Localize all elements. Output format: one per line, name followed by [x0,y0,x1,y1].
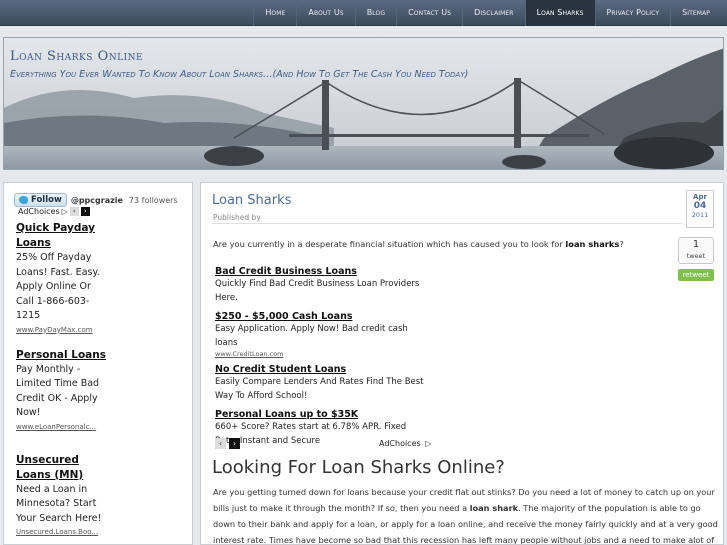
ad-body: Pay Monthly - Limited Time Bad Credit OK… [16,363,100,419]
post-date-badge: Apr 04 2011 [686,190,714,228]
header-banner: Loan Sharks Online Everything You Ever W… [3,37,724,170]
inline-ad: No Credit Student Loans Easily Compare L… [215,363,430,403]
intro-text: Are you currently in a desperate financi… [213,239,624,249]
follow-label: Follow [31,195,62,205]
inline-ad: $250 - $5,000 Cash Loans Easy Applicatio… [215,310,430,358]
prev-ad-icon[interactable]: ‹ [215,438,226,449]
inline-ad-nav: ‹ › [215,438,243,449]
nav-item-sitemap[interactable]: Sitemap [670,0,721,26]
sidebar-ad: Personal Loans Pay Monthly - Limited Tim… [16,348,106,431]
main-content: Loan Sharks Published by Are you current… [200,182,724,545]
tweet-count: 1 [692,239,700,250]
date-month: Apr [693,193,707,201]
title-divider [212,223,682,224]
twitter-follow: Follow @ppcgrazie 73 followers [14,193,178,207]
inline-ad-title[interactable]: $250 - $5,000 Cash Loans [215,310,430,323]
adchoices-icon[interactable]: ▷ [425,439,431,448]
intro-bold: loan sharks [565,239,620,249]
inline-ad: Bad Credit Business Loans Quickly Find B… [215,265,430,305]
adchoices-label[interactable]: AdChoices [18,207,60,216]
prev-ad-icon[interactable]: ‹ [69,207,79,216]
inline-ad-body: Easily Compare Lenders And Rates Find Th… [215,377,424,401]
sidebar-ad: Unsecured Loans (MN) Need a Loan in Minn… [16,453,106,537]
adchoices-icon[interactable]: ▷ [62,207,68,216]
nav-item-about-us[interactable]: About Us [296,0,354,26]
intro-pre: Are you currently in a desperate financi… [213,239,566,249]
ad-body: 25% Off Payday Loans! Fast. Easy. Apply … [16,252,100,321]
ad-url[interactable]: www.eLoanPersonalc... [16,423,106,431]
ad-title[interactable]: Quick Payday Loans [16,221,106,251]
nav-item-home[interactable]: Home [253,0,296,26]
ad-url[interactable]: Unsecured.Loans.Boo... [16,528,106,536]
nav-item-privacy-policy[interactable]: Privacy Policy [594,0,671,26]
published-by: Published by [213,213,261,222]
inline-ad-title[interactable]: No Credit Student Loans [215,363,430,376]
body-bold: loan shark [469,503,519,513]
inline-ads: Bad Credit Business Loans Quickly Find B… [215,265,430,453]
ad-title[interactable]: Unsecured Loans (MN) [16,453,106,483]
site-title[interactable]: Loan Sharks Online [10,49,143,64]
date-day: 04 [693,201,707,211]
tweet-label: tweet [686,252,706,260]
intro-post: ? [619,239,624,249]
sidebar-ad: Quick Payday Loans 25% Off Payday Loans!… [16,221,106,334]
nav-item-blog[interactable]: Blog [354,0,396,26]
next-ad-icon[interactable]: › [80,207,90,216]
post-title[interactable]: Loan Sharks [212,193,291,208]
nav-item-loan-sharks[interactable]: Loan Sharks [524,0,595,26]
sidebar: Follow @ppcgrazie 73 followers AdChoices… [3,182,193,545]
inline-adchoices: AdChoices ▷ [379,439,431,448]
inline-ad-body: Easy Application. Apply Now! Bad credit … [215,324,408,348]
section-heading: Looking For Loan Sharks Online? [212,457,505,478]
sidebar-adchoices: AdChoices ▷ ‹ › [18,207,90,216]
adchoices-label[interactable]: AdChoices [379,439,421,448]
inline-ad-title[interactable]: Personal Loans up to $35K [215,408,430,421]
inline-ad-body: Quickly Find Bad Credit Business Loan Pr… [215,279,420,303]
date-year: 2011 [691,211,709,219]
inline-ad-url[interactable]: www.CreditLoan.com [215,350,430,358]
twitter-handle[interactable]: @ppcgrazie [71,196,123,205]
ad-title[interactable]: Personal Loans [16,348,106,363]
follow-button[interactable]: Follow [14,193,67,207]
nav-item-contact-us[interactable]: Contact Us [396,0,462,26]
followers-count: 73 followers [128,195,178,205]
next-ad-icon[interactable]: › [229,438,240,449]
site-tagline: Everything You Ever Wanted To Know About… [10,69,469,80]
body-paragraph: Are you getting turned down for loans be… [213,484,718,544]
top-navigation: Home About Us Blog Contact Us Disclaimer… [0,0,727,26]
nav-item-disclaimer[interactable]: Disclaimer [462,0,524,26]
tweet-button[interactable]: 1 tweet [678,237,714,264]
retweet-button[interactable]: retweet [678,269,714,281]
twitter-bird-icon [19,196,28,204]
inline-ad-title[interactable]: Bad Credit Business Loans [215,265,430,278]
ad-body: Need a Loan in Minnesota? Start Your Sea… [16,483,102,524]
sidebar-ads: Quick Payday Loans 25% Off Payday Loans!… [16,221,106,545]
nav-menu: Home About Us Blog Contact Us Disclaimer… [253,0,721,26]
ad-url[interactable]: www.PayDayMax.com [16,326,106,334]
